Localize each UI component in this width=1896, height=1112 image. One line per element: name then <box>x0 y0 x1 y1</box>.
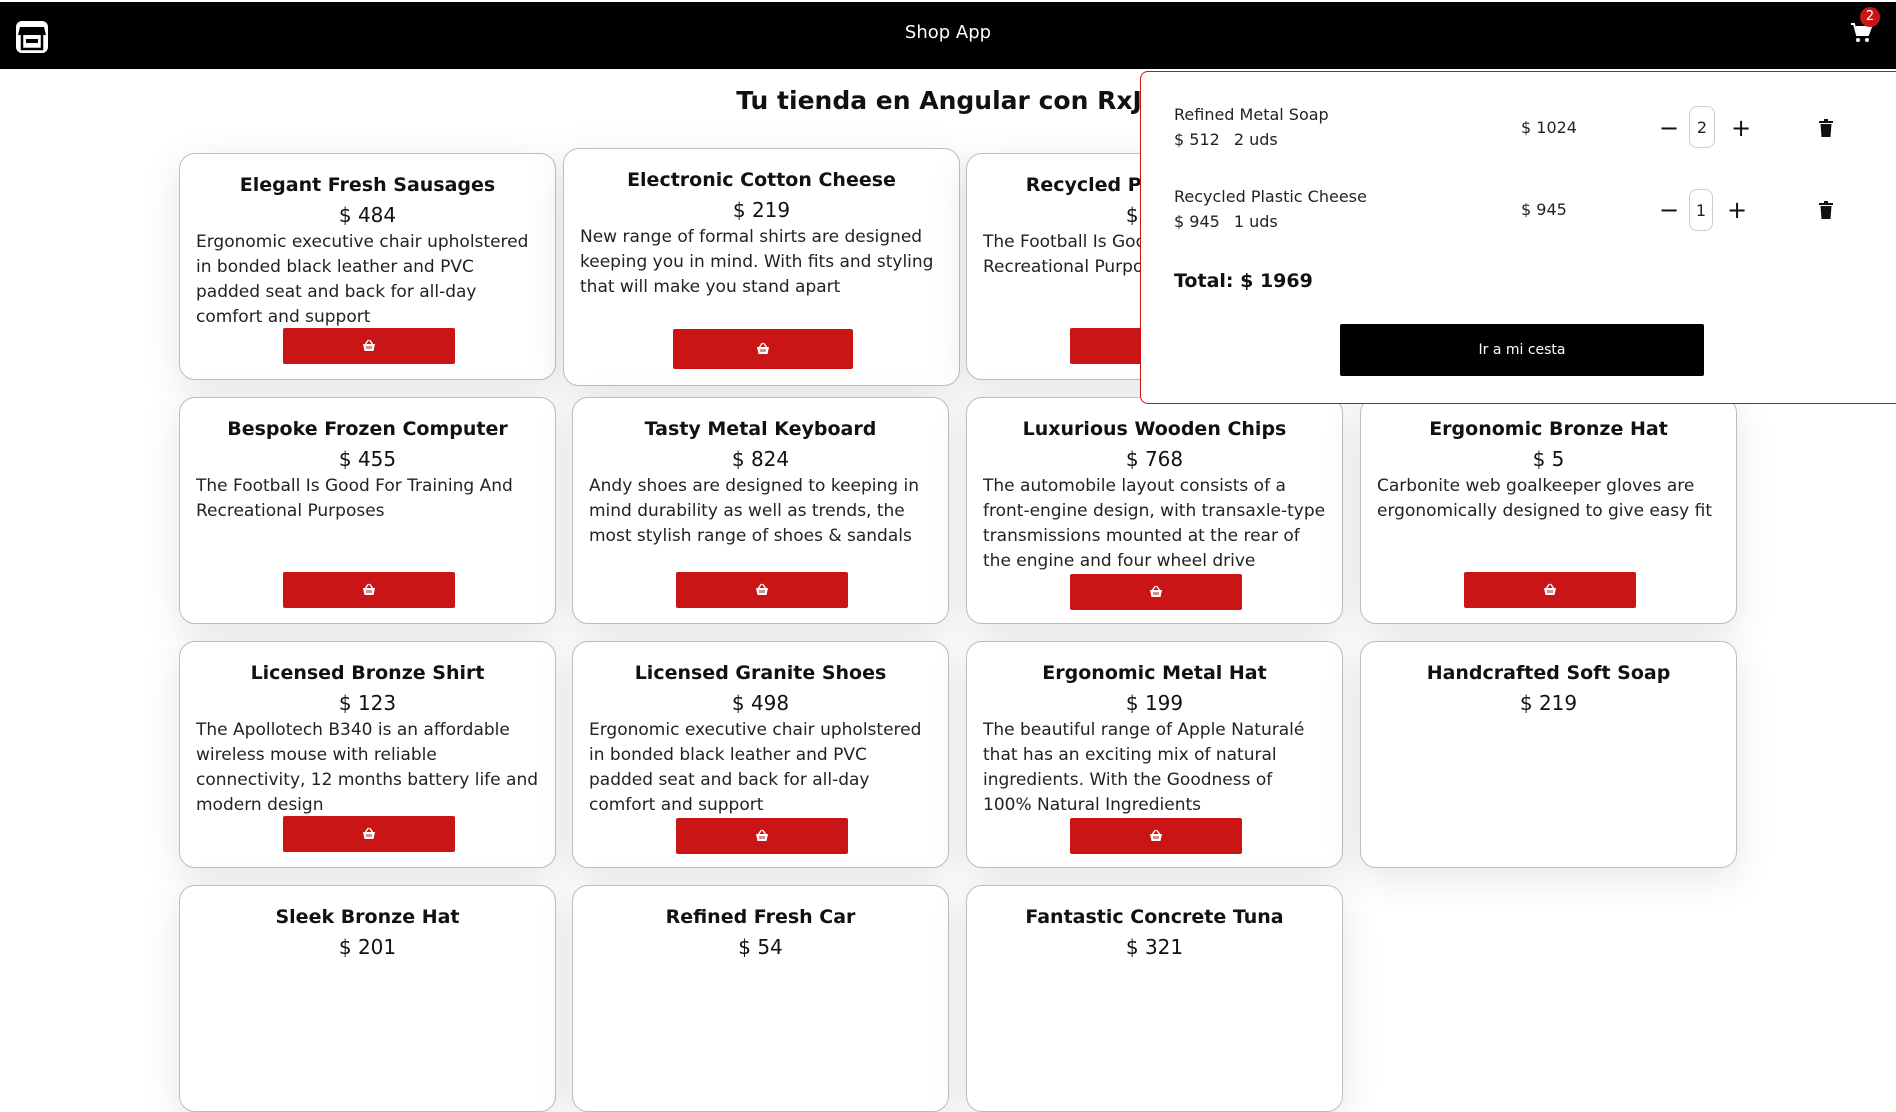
basket-icon <box>363 339 375 351</box>
product-card: Refined Fresh Car $ 54 <box>572 885 949 1112</box>
add-to-cart-button[interactable] <box>673 329 853 369</box>
basket-icon <box>1544 583 1556 595</box>
product-description: Ergonomic executive chair upholstered in… <box>589 720 922 815</box>
cart-count-badge: 2 <box>1860 7 1880 27</box>
product-price: $ 484 <box>338 203 397 227</box>
product-card: Tasty Metal Keyboard $ 824 Andy shoes are … <box>572 397 949 624</box>
cart-dropdown: Refined Metal Soap $ 512 2 uds $ 1024 − 2… <box>1140 71 1896 404</box>
cart-item-name: Refined Metal Soap <box>1174 105 1329 124</box>
product-name: Licensed Granite Shoes <box>634 662 887 684</box>
cart-item-name: Recycled Plastic Cheese <box>1174 187 1367 206</box>
decrease-qty-button[interactable]: − <box>1659 198 1679 222</box>
increase-qty-button[interactable]: + <box>1731 116 1751 140</box>
product-price: $ 824 <box>731 447 790 471</box>
product-price: $ 201 <box>338 935 397 959</box>
cart-item-line-total: $ 945 <box>1521 200 1567 219</box>
product-price: $ 123 <box>338 691 397 715</box>
product-price: $ 321 <box>1125 935 1184 959</box>
product-card: Fantastic Concrete Tuna $ 321 <box>966 885 1343 1112</box>
basket-icon <box>756 829 768 841</box>
product-card: Bespoke Frozen Computer $ 455 The Football… <box>179 397 556 624</box>
product-card: Ergonomic Metal Hat $ 199 The beautiful ra… <box>966 641 1343 868</box>
product-description: The Apollotech B340 is an affordable wir… <box>196 720 539 815</box>
add-to-cart-button[interactable] <box>283 572 455 608</box>
product-name: Ergonomic Bronze Hat <box>1429 418 1668 440</box>
basket-icon <box>1150 585 1162 597</box>
add-to-cart-button[interactable] <box>283 328 455 364</box>
product-card: Sleek Bronze Hat $ 201 <box>179 885 556 1112</box>
go-to-cart-button[interactable]: Ir a mi cesta <box>1340 324 1704 376</box>
product-card: Handcrafted Soft Soap $ 219 <box>1360 641 1737 868</box>
cart-item-units: 1 uds <box>1233 212 1278 231</box>
add-to-cart-button[interactable] <box>676 572 848 608</box>
product-description: Andy shoes are designed to keeping in mi… <box>589 476 919 546</box>
product-card: Elegant Fresh Sausages $ 484 Ergonomic exe… <box>179 153 556 380</box>
product-price: $ 219 <box>1519 691 1578 715</box>
qty-display[interactable]: 2 <box>1689 106 1715 148</box>
product-price: $ 768 <box>1125 447 1184 471</box>
basket-icon <box>363 583 375 595</box>
product-name: Refined Fresh Car <box>665 906 856 928</box>
basket-icon <box>1150 829 1162 841</box>
product-description: The automobile layout consists of a fron… <box>983 476 1326 571</box>
cart-item-units: 2 uds <box>1233 130 1278 149</box>
product-price: $ 54 <box>738 935 783 959</box>
increase-qty-button[interactable]: + <box>1727 198 1747 222</box>
product-name: Handcrafted Soft Soap <box>1426 662 1671 684</box>
product-description: The beautiful range of Apple Naturalé th… <box>983 720 1305 815</box>
cart-item-unit-price: $ 512 <box>1174 130 1220 149</box>
product-name: Elegant Fresh Sausages <box>239 174 496 196</box>
basket-icon <box>757 342 769 354</box>
product-price: $ 199 <box>1125 691 1184 715</box>
product-description: New range of formal shirts are designed … <box>580 227 934 297</box>
add-to-cart-button[interactable] <box>676 818 848 854</box>
product-description: The Football Is Good For Training And Re… <box>196 476 513 521</box>
trash-icon[interactable] <box>1818 201 1834 219</box>
basket-icon <box>363 827 375 839</box>
product-name: Ergonomic Metal Hat <box>1042 662 1267 684</box>
qty-display[interactable]: 1 <box>1689 189 1713 231</box>
app-title: Shop App <box>904 22 992 43</box>
product-name: Tasty Metal Keyboard <box>644 418 877 440</box>
add-to-cart-button[interactable] <box>1070 574 1242 610</box>
product-price: $ 498 <box>731 691 790 715</box>
cart-total: Total: $ 1969 <box>1174 270 1313 292</box>
product-card: Electronic Cotton Cheese $ 219 New range o… <box>563 148 960 386</box>
product-price: $ 219 <box>732 198 791 222</box>
add-to-cart-button[interactable] <box>1070 818 1242 854</box>
product-description: Ergonomic executive chair upholstered in… <box>196 232 529 327</box>
top-navbar: Shop App 2 <box>0 0 1896 69</box>
cart-item-details: $ 512 2 uds <box>1174 130 1292 149</box>
product-price: $ 455 <box>338 447 397 471</box>
decrease-qty-button[interactable]: − <box>1659 116 1679 140</box>
product-price: $ 5 <box>1532 447 1565 471</box>
add-to-cart-button[interactable] <box>283 816 455 852</box>
product-name: Sleek Bronze Hat <box>275 906 460 928</box>
product-card: Luxurious Wooden Chips $ 768 The automobil… <box>966 397 1343 624</box>
product-name: Electronic Cotton Cheese <box>627 169 896 191</box>
cart-item-details: $ 945 1 uds <box>1174 212 1292 231</box>
basket-icon <box>756 583 768 595</box>
product-name: Luxurious Wooden Chips <box>1022 418 1287 440</box>
product-name: Fantastic Concrete Tuna <box>1025 906 1284 928</box>
add-to-cart-button[interactable] <box>1464 572 1636 608</box>
product-card: Licensed Bronze Shirt $ 123 The Apollotech… <box>179 641 556 868</box>
product-card: Ergonomic Bronze Hat $ 5 Carbonite web goa… <box>1360 397 1737 624</box>
product-name: Licensed Bronze Shirt <box>250 662 485 684</box>
product-card: Licensed Granite Shoes $ 498 Ergonomic exe… <box>572 641 949 868</box>
product-name: Bespoke Frozen Computer <box>227 418 508 440</box>
product-description: Carbonite web goalkeeper gloves are ergo… <box>1377 476 1713 521</box>
cart-item-line-total: $ 1024 <box>1521 118 1577 137</box>
trash-icon[interactable] <box>1818 119 1834 137</box>
cart-item-unit-price: $ 945 <box>1174 212 1220 231</box>
